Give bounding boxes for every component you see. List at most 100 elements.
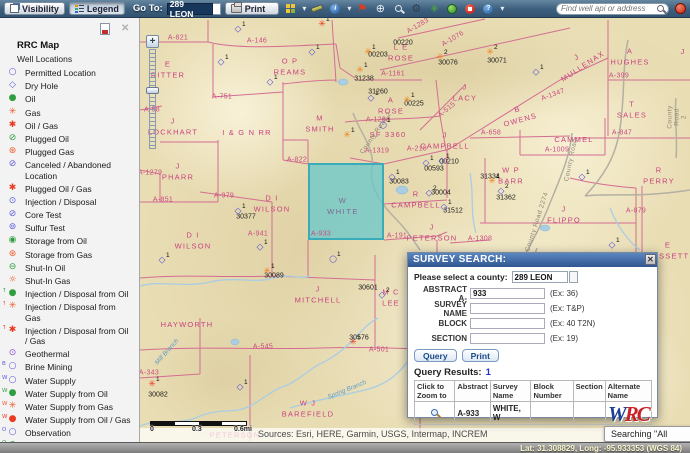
legend-symbol-icon: ✱: [0, 183, 25, 194]
legend-symbol-icon: ○O: [0, 427, 25, 438]
field-label: BLOCK: [414, 319, 470, 328]
legend-item: ○OObservation: [0, 426, 139, 439]
legend-symbol-icon: ⊘: [0, 209, 25, 220]
field-input[interactable]: [470, 333, 545, 344]
alert-icon[interactable]: [675, 3, 686, 14]
export-document-icon[interactable]: [100, 23, 110, 35]
field-hint: (Ex: 19): [545, 334, 578, 343]
identify-caret-icon: ▾: [347, 4, 351, 13]
zoom-in-button[interactable]: +: [146, 35, 159, 48]
legend-symbol-icon: ⊙: [0, 348, 25, 359]
legend-item-label: Water Supply: [25, 375, 133, 386]
legend-item-label: Storage from Oil: [25, 235, 133, 246]
well-search-box[interactable]: [556, 3, 669, 15]
legend-symbol-icon: ◉: [0, 235, 25, 246]
legend-item-label: Injection / Disposal from Gas: [25, 301, 133, 322]
county-select[interactable]: 289 LEON: [512, 271, 568, 283]
goto-input[interactable]: 289 LEON: [167, 3, 213, 15]
scale-bar: 0 0.3 0.6mi: [150, 421, 250, 435]
legend-label: Legend: [87, 4, 119, 14]
dialog-print-button[interactable]: Print: [462, 349, 499, 362]
zoom-slider-track[interactable]: [149, 49, 156, 149]
print-button[interactable]: Print ▾: [225, 2, 280, 15]
field-label: SURVEY NAME: [414, 300, 470, 318]
field-input[interactable]: [470, 303, 545, 314]
dialog-close-icon[interactable]: ✕: [645, 254, 656, 265]
legend-symbol-icon: ⊛: [0, 249, 25, 260]
well-search-input[interactable]: [561, 4, 654, 13]
legend-item: ⊛Plugged Gas: [0, 145, 139, 158]
query-button[interactable]: Query: [414, 349, 457, 362]
measure-button[interactable]: [310, 2, 324, 16]
legend-symbol-icon: ●↑: [0, 288, 25, 299]
legend-item-label: Water Supply from Oil: [25, 388, 133, 399]
help-button[interactable]: ?: [481, 2, 495, 16]
center-tool-button[interactable]: ⊕: [373, 2, 387, 16]
legend-item-label: Plugged Gas: [25, 146, 133, 157]
legend-item-label: Canceled / Abandoned Location: [25, 159, 133, 180]
legend-item: ○Permitted Location: [0, 66, 139, 79]
crosshair-icon: ⊕: [376, 2, 385, 15]
legend-item-label: Water Supply from Gas: [25, 401, 133, 412]
legend-header: ✕: [0, 18, 139, 38]
globe-button[interactable]: [445, 2, 459, 16]
magnifier-icon: [395, 5, 402, 12]
legend-item: ●Oil: [0, 92, 139, 105]
county-select-stub[interactable]: [569, 271, 578, 283]
results-table-head: Click to Zoom toAbstractSurvey NameBlock…: [415, 381, 652, 402]
legend-item: ⊙Injection / Disposal: [0, 195, 139, 208]
results-cell[interactable]: [415, 402, 455, 425]
field-hint: (Ex: 36): [545, 289, 578, 298]
parcel-tool-button[interactable]: ◈: [427, 2, 441, 16]
legend-item: ⊙Geothermal: [0, 347, 139, 360]
legend-button[interactable]: Legend: [69, 2, 125, 15]
visibility-icon: [10, 4, 19, 13]
search-field-row: SECTION(Ex: 19): [414, 331, 651, 346]
results-cell: [573, 402, 605, 425]
rrc-logo: WRC: [608, 402, 649, 427]
basemap-button[interactable]: [283, 2, 297, 16]
field-input[interactable]: [470, 288, 545, 299]
legend-item-label: Geothermal: [25, 348, 133, 359]
field-hint: (Ex: 40 T2N): [545, 319, 595, 328]
legend-item: ◇Dry Hole: [0, 79, 139, 92]
field-input[interactable]: [470, 318, 545, 329]
goto-label: Go To:: [133, 3, 163, 14]
basemap-caret-icon: ▾: [302, 4, 306, 13]
dialog-titlebar[interactable]: SURVEY SEARCH: ✕: [408, 253, 657, 267]
legend-symbol-icon: ○W: [0, 375, 25, 386]
legend-item-label: Water Supply from Oil / Gas: [25, 414, 133, 425]
legend-symbol-icon: ●: [0, 93, 25, 104]
settings-button[interactable]: ⚙: [409, 2, 423, 16]
legend-item: ✱↑Injection / Disposal from Oil / Gas: [0, 324, 139, 347]
info-icon: i: [330, 4, 340, 14]
coordinates-statusbar: Lat: 31.308829, Long: -95.933353 (WGS 84…: [0, 442, 690, 453]
search-fields: ABSTRACT A-(Ex: 36)SURVEY NAME(Ex: T&P)B…: [414, 286, 651, 346]
goto-input-end[interactable]: [213, 3, 221, 15]
zoom-slider[interactable]: +: [146, 35, 159, 149]
legend-item: ✳Gas: [0, 106, 139, 119]
identify-button[interactable]: i: [328, 2, 342, 16]
results-column-header: Click to Zoom to: [415, 381, 455, 402]
flag-tool-button[interactable]: ⚑: [355, 2, 369, 16]
legend-symbol-icon: ⊚: [0, 222, 25, 233]
legend-item-label: Storage from Gas: [25, 249, 133, 260]
results-column-header: Survey Name: [490, 381, 531, 402]
zoom-tool-button[interactable]: [391, 2, 405, 16]
legend-item: ⊖Shut-In Oil: [0, 261, 139, 274]
results-count: 1: [482, 367, 491, 378]
legend-close-icon[interactable]: ✕: [121, 23, 129, 34]
zoom-slider-handle[interactable]: [146, 87, 159, 94]
visibility-button[interactable]: Visibility: [4, 2, 65, 15]
legend-symbol-icon: ⊛: [0, 146, 25, 157]
survey-search-dialog: SURVEY SEARCH: ✕ Please select a county:…: [407, 252, 658, 418]
printer-icon: [231, 4, 242, 13]
legend-item: ⊘Plugged Oil: [0, 132, 139, 145]
legend-item-label: Gas: [25, 107, 133, 118]
visibility-label: Visibility: [22, 4, 59, 14]
results-column-header: Alternate Name: [605, 381, 651, 402]
record-button[interactable]: [463, 2, 477, 16]
zoom-to-result-icon[interactable]: [431, 409, 438, 416]
legend-subtitle: Well Locations: [0, 52, 139, 66]
legend-item-label: Dry Hole: [25, 80, 133, 91]
